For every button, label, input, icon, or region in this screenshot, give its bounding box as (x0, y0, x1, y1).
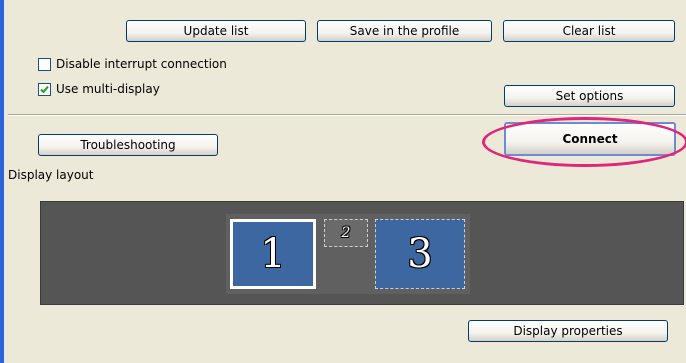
display-layout-heading: Display layout (8, 168, 94, 182)
monitor-3[interactable]: 3 (375, 219, 465, 289)
multi-display-label: Use multi-display (56, 82, 160, 96)
update-list-button[interactable]: Update list (126, 20, 306, 42)
multi-display-option[interactable]: Use multi-display (38, 82, 160, 96)
set-options-button[interactable]: Set options (504, 85, 675, 107)
save-profile-button[interactable]: Save in the profile (317, 20, 492, 42)
disable-interrupt-checkbox[interactable] (38, 57, 51, 71)
display-properties-button[interactable]: Display properties (468, 320, 668, 342)
section-divider (8, 114, 686, 116)
monitor-1-number: 1 (260, 231, 286, 277)
checkmark-icon (40, 85, 49, 93)
monitor-3-number: 3 (407, 231, 433, 277)
clear-list-button[interactable]: Clear list (503, 20, 675, 42)
multi-display-checkbox[interactable] (38, 82, 51, 96)
settings-panel: Update list Save in the profile Clear li… (0, 0, 686, 363)
monitor-1[interactable]: 1 (230, 219, 316, 289)
connect-button[interactable]: Connect (504, 122, 676, 156)
monitor-2[interactable]: 2 (324, 219, 368, 247)
disable-interrupt-option[interactable]: Disable interrupt connection (38, 57, 227, 71)
troubleshooting-button[interactable]: Troubleshooting (38, 134, 218, 156)
disable-interrupt-label: Disable interrupt connection (56, 57, 227, 71)
monitor-2-number: 2 (341, 225, 351, 241)
